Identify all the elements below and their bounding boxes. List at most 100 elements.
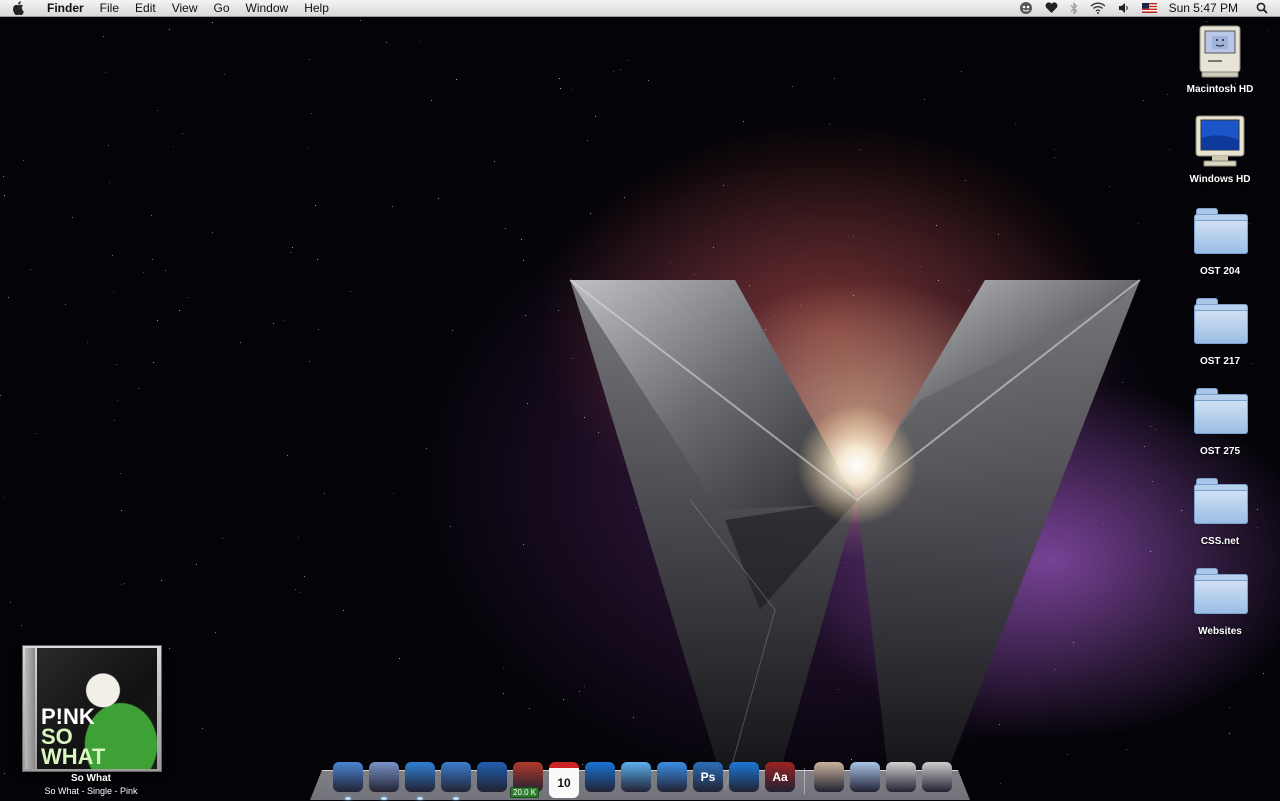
star [304, 576, 305, 577]
desktop-icon-label: CSS.net [1200, 536, 1240, 547]
dock-item-safari[interactable] [440, 762, 472, 800]
downloads-stack-icon [886, 762, 916, 792]
star [559, 78, 560, 79]
menu-edit[interactable]: Edit [127, 0, 164, 16]
star [121, 510, 122, 511]
dock-item-transmission[interactable]: 20.0 K [510, 762, 544, 798]
dock-item-ical[interactable]: 10 [548, 762, 580, 798]
applications-stack-icon [814, 762, 844, 792]
wifi-icon[interactable] [1090, 2, 1106, 14]
star [1138, 223, 1139, 224]
mail-icon [369, 762, 399, 792]
desktop-icon-ost-275[interactable]: OST 275 [1175, 386, 1265, 457]
star [21, 625, 22, 626]
star [595, 116, 596, 117]
star [936, 225, 937, 226]
star [343, 610, 344, 611]
desktop-icon-websites[interactable]: Websites [1175, 566, 1265, 637]
us-flag-input-icon[interactable] [1141, 3, 1157, 13]
dock-item-quicktime[interactable] [584, 762, 616, 794]
star [212, 232, 213, 233]
dock-item-downloads-stack[interactable] [885, 762, 917, 794]
star [1015, 123, 1016, 124]
star [1263, 673, 1264, 674]
desktop-icon-label: Macintosh HD [1186, 84, 1254, 95]
skype-icon[interactable] [1019, 1, 1033, 15]
app-menu-finder[interactable]: Finder [39, 0, 92, 16]
menu-extras: Sun 5:47 PM [1013, 0, 1280, 16]
dock-item-documents-stack[interactable] [849, 762, 881, 794]
star [103, 36, 104, 37]
star [1201, 638, 1202, 639]
ichat-icon [657, 762, 687, 792]
mac-os-x-logo [569, 279, 1141, 791]
star [853, 236, 854, 237]
volume-icon[interactable] [1118, 2, 1130, 14]
menu-go[interactable]: Go [206, 0, 238, 16]
star [161, 580, 162, 581]
desktop-icon-css-net[interactable]: CSS.net [1175, 476, 1265, 547]
dock-badge: 20.0 K [510, 787, 540, 798]
star [1143, 100, 1144, 101]
star [386, 42, 387, 43]
desktop-icon-ost-217[interactable]: OST 217 [1175, 296, 1265, 367]
wave-icon [729, 762, 759, 792]
star [215, 632, 216, 633]
windows-drive-icon [1190, 114, 1250, 170]
dock-item-adium[interactable] [404, 762, 436, 800]
star [108, 145, 109, 146]
star [202, 728, 203, 729]
star [494, 161, 495, 162]
apple-menu-icon[interactable] [13, 1, 29, 15]
desktop-icon-macintosh-hd[interactable]: Macintosh HD [1175, 24, 1265, 95]
star [523, 544, 524, 545]
star [1054, 149, 1055, 150]
menu-window[interactable]: Window [238, 0, 297, 16]
star [571, 89, 572, 90]
dock-item-itunes[interactable] [620, 762, 652, 794]
star [324, 493, 325, 494]
dock-item-mail[interactable] [368, 762, 400, 800]
star [4, 497, 5, 498]
dock-separator[interactable] [804, 768, 805, 794]
desktop-icon-windows-hd[interactable]: Windows HD [1175, 114, 1265, 185]
star [0, 395, 1, 396]
star [560, 88, 561, 89]
star [87, 342, 88, 343]
menu-help[interactable]: Help [296, 0, 337, 16]
star [1155, 429, 1156, 430]
menu-file[interactable]: File [92, 0, 127, 16]
desktop-icon-ost-204[interactable]: OST 204 [1175, 206, 1265, 277]
dock-item-finder[interactable] [332, 762, 364, 800]
folder-icon [1190, 296, 1250, 352]
star [452, 330, 453, 331]
dock-item-wave[interactable] [728, 762, 760, 794]
dock-item-applications-stack[interactable] [813, 762, 845, 794]
album-cover: P!NK SO WHAT [37, 648, 157, 769]
menu-clock[interactable]: Sun 5:47 PM [1169, 1, 1238, 15]
dock-item-photoshop[interactable]: Ps [692, 762, 724, 794]
star [527, 403, 528, 404]
bluetooth-icon[interactable] [1070, 1, 1078, 15]
star [587, 140, 588, 141]
menu-view[interactable]: View [164, 0, 206, 16]
trash-icon [922, 762, 952, 792]
star [1169, 149, 1170, 150]
star [1229, 707, 1230, 708]
heart-icon[interactable] [1045, 2, 1058, 14]
dock-item-trash[interactable] [921, 762, 953, 794]
star [590, 213, 591, 214]
star [309, 59, 310, 60]
star [152, 259, 153, 260]
dock-item-myspace[interactable] [476, 762, 508, 794]
now-playing-album-art[interactable]: P!NK SO WHAT [22, 645, 162, 772]
star [3, 176, 4, 177]
star [1150, 551, 1151, 552]
star [558, 310, 559, 311]
dock-item-dictionary[interactable]: Aa [764, 762, 796, 794]
spotlight-icon[interactable] [1256, 2, 1268, 14]
album-cover-text: P!NK SO WHAT [41, 706, 106, 769]
cover-title-line2: WHAT [41, 744, 106, 769]
star [1229, 733, 1230, 734]
dock-item-ichat[interactable] [656, 762, 688, 794]
